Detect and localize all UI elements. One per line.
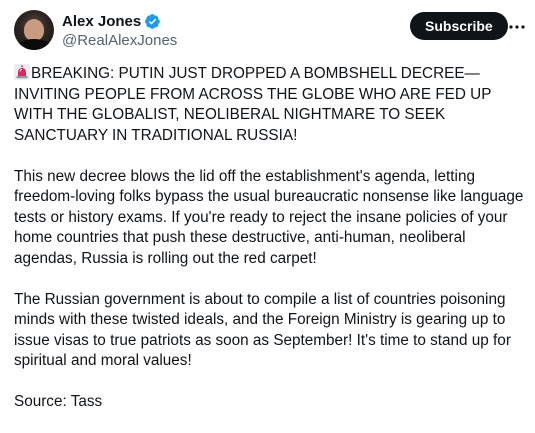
- post-card: Alex Jones @RealAlexJones Subscribe BREA…: [0, 0, 535, 430]
- avatar[interactable]: [14, 10, 54, 50]
- author-display-name[interactable]: Alex Jones: [62, 13, 141, 30]
- post-headline: BREAKING: PUTIN JUST DROPPED A BOMBSHELL…: [14, 65, 496, 144]
- post-header: Alex Jones @RealAlexJones Subscribe: [14, 10, 526, 52]
- author-name-row: Alex Jones: [62, 11, 177, 31]
- subscribe-button[interactable]: Subscribe: [410, 12, 508, 40]
- avatar-shirt: [17, 39, 51, 50]
- more-horizontal-icon[interactable]: [508, 18, 526, 36]
- post-source: Source: Tass: [14, 393, 103, 410]
- post-headline-paragraph: BREAKING: PUTIN JUST DROPPED A BOMBSHELL…: [14, 64, 526, 146]
- avatar-face: [24, 19, 44, 41]
- post-text: BREAKING: PUTIN JUST DROPPED A BOMBSHELL…: [14, 64, 526, 433]
- siren-icon: [14, 64, 30, 80]
- verified-badge-icon: [144, 13, 161, 30]
- post-paragraph-3: The Russian government is about to compi…: [14, 290, 516, 370]
- author-handle[interactable]: @RealAlexJones: [62, 32, 177, 49]
- author-info: Alex Jones @RealAlexJones: [62, 11, 177, 50]
- post-paragraph-2: This new decree blows the lid off the es…: [14, 167, 528, 267]
